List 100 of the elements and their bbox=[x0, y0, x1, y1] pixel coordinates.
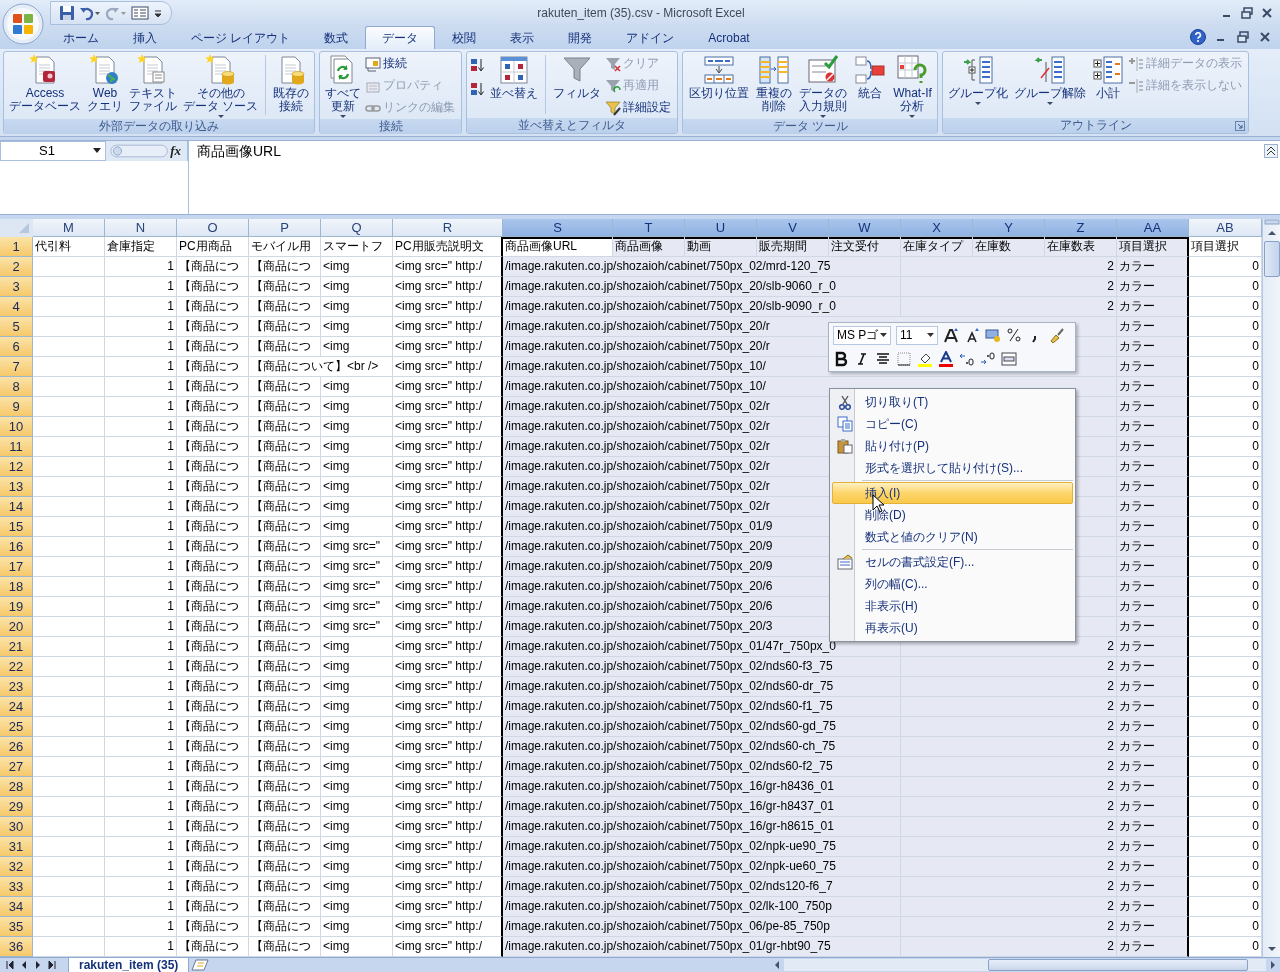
row-header[interactable]: 31 bbox=[0, 837, 33, 857]
column-header[interactable]: T bbox=[613, 219, 685, 237]
row-header[interactable]: 2 bbox=[0, 257, 33, 277]
row-header[interactable]: 3 bbox=[0, 277, 33, 297]
ribbon-tab[interactable]: アドイン bbox=[609, 25, 692, 49]
column-header[interactable]: AA bbox=[1117, 219, 1189, 237]
sort-descending-icon[interactable] bbox=[470, 80, 487, 97]
ribbon-tab[interactable]: データ bbox=[365, 25, 436, 49]
ribbon-tab[interactable]: 表示 bbox=[493, 25, 552, 49]
row-header[interactable]: 8 bbox=[0, 377, 33, 397]
ribbon-button[interactable]: What-If 分析 bbox=[891, 52, 934, 119]
row-header[interactable]: 20 bbox=[0, 617, 33, 637]
font-field[interactable]: MS Pゴ bbox=[833, 325, 891, 345]
align-center-icon[interactable] bbox=[875, 351, 891, 367]
row-header[interactable]: 4 bbox=[0, 297, 33, 317]
column-header[interactable]: X bbox=[901, 219, 973, 237]
ribbon-button[interactable]: 並べ替え bbox=[488, 52, 541, 101]
first-sheet-icon[interactable] bbox=[4, 959, 16, 971]
ribbon-button[interactable]: Web クエリ bbox=[85, 52, 125, 114]
restore-icon[interactable] bbox=[1236, 30, 1250, 45]
column-header[interactable]: R bbox=[393, 219, 503, 237]
ribbon-button[interactable]: Access データベース bbox=[7, 52, 83, 114]
borders-icon[interactable] bbox=[896, 351, 912, 367]
row-header[interactable]: 15 bbox=[0, 517, 33, 537]
ribbon-button[interactable]: その他の データ ソース bbox=[181, 52, 261, 119]
row-header[interactable]: 26 bbox=[0, 737, 33, 757]
row-header[interactable]: 32 bbox=[0, 857, 33, 877]
fill-color-icon[interactable] bbox=[917, 351, 933, 367]
menu-item[interactable]: 形式を選択して貼り付け(S)... bbox=[832, 457, 1073, 479]
ribbon-tab[interactable]: 数式 bbox=[307, 25, 366, 49]
increase-decimal-icon[interactable] bbox=[959, 351, 975, 367]
row-header[interactable]: 23 bbox=[0, 677, 33, 697]
row-header[interactable]: 28 bbox=[0, 777, 33, 797]
row-header[interactable]: 24 bbox=[0, 697, 33, 717]
row-header[interactable]: 34 bbox=[0, 897, 33, 917]
ribbon-button[interactable]: 区切り位置 bbox=[686, 52, 751, 101]
scrollbar-thumb[interactable] bbox=[988, 959, 1248, 971]
ribbon-button[interactable]: フィルタ bbox=[551, 52, 604, 101]
help-icon[interactable] bbox=[1190, 29, 1206, 46]
row-header[interactable]: 14 bbox=[0, 497, 33, 517]
row-header[interactable]: 21 bbox=[0, 637, 33, 657]
ribbon-button[interactable]: グループ化 bbox=[946, 52, 1011, 106]
row-header[interactable]: 11 bbox=[0, 437, 33, 457]
row-header[interactable]: 22 bbox=[0, 657, 33, 677]
column-header[interactable]: Q bbox=[321, 219, 393, 237]
ribbon-tab[interactable]: Acrobat bbox=[691, 25, 767, 49]
collapse-icon[interactable] bbox=[1264, 143, 1278, 158]
currency-icon[interactable] bbox=[985, 327, 1001, 343]
row-header[interactable]: 19 bbox=[0, 597, 33, 617]
column-header[interactable]: W bbox=[829, 219, 901, 237]
name-box[interactable]: S1 bbox=[0, 140, 106, 161]
grow-font-icon[interactable] bbox=[943, 327, 959, 343]
save-icon[interactable] bbox=[59, 4, 75, 21]
dialog-launcher-icon[interactable] bbox=[1235, 120, 1246, 131]
ribbon-button[interactable]: 詳細設定 bbox=[605, 98, 675, 117]
sort-ascending-icon[interactable] bbox=[470, 56, 487, 73]
row-header[interactable]: 17 bbox=[0, 557, 33, 577]
ribbon-button[interactable]: 統合 bbox=[852, 52, 889, 101]
ribbon-button[interactable]: グループ解除 bbox=[1012, 52, 1089, 106]
row-header[interactable]: 5 bbox=[0, 317, 33, 337]
font-size-field[interactable]: 11 bbox=[896, 325, 938, 345]
column-header[interactable]: P bbox=[249, 219, 321, 237]
column-header[interactable]: U bbox=[685, 219, 757, 237]
row-header[interactable]: 29 bbox=[0, 797, 33, 817]
ribbon-button[interactable]: すべて 更新 bbox=[323, 52, 364, 119]
shrink-font-icon[interactable] bbox=[964, 327, 980, 343]
column-header[interactable]: Z bbox=[1045, 219, 1117, 237]
row-header[interactable]: 18 bbox=[0, 577, 33, 597]
font-color-icon[interactable] bbox=[938, 351, 954, 367]
menu-item[interactable]: 貼り付け(P) bbox=[832, 435, 1073, 457]
column-header[interactable]: M bbox=[33, 219, 105, 237]
row-header[interactable]: 36 bbox=[0, 937, 33, 957]
row-header[interactable]: 35 bbox=[0, 917, 33, 937]
ribbon-button[interactable]: 既存の 接続 bbox=[271, 52, 312, 114]
row-header[interactable]: 16 bbox=[0, 537, 33, 557]
ribbon-button[interactable]: 接続 bbox=[365, 54, 459, 73]
row-header[interactable]: 9 bbox=[0, 397, 33, 417]
insert-sheet-icon[interactable] bbox=[191, 959, 210, 971]
merge-center-icon[interactable] bbox=[1001, 351, 1017, 367]
splitter-handle-icon[interactable] bbox=[110, 142, 169, 159]
column-header[interactable]: V bbox=[757, 219, 829, 237]
ribbon-tab[interactable]: 校閲 bbox=[435, 25, 494, 49]
close-icon[interactable] bbox=[1260, 5, 1274, 20]
percent-icon[interactable] bbox=[1006, 327, 1022, 343]
menu-item[interactable]: 再表示(U) bbox=[832, 617, 1073, 639]
column-header[interactable]: O bbox=[177, 219, 249, 237]
menu-item[interactable]: 挿入(I) bbox=[832, 482, 1073, 504]
ribbon-button[interactable]: 重複の 削除 bbox=[753, 52, 794, 114]
row-header[interactable]: 10 bbox=[0, 417, 33, 437]
row-header[interactable]: 30 bbox=[0, 817, 33, 837]
decrease-decimal-icon[interactable] bbox=[980, 351, 996, 367]
column-header[interactable]: N bbox=[105, 219, 177, 237]
row-header[interactable]: 13 bbox=[0, 477, 33, 497]
menu-item[interactable]: 非表示(H) bbox=[832, 595, 1073, 617]
ribbon-button[interactable]: 小計 bbox=[1090, 52, 1127, 101]
row-header[interactable]: 7 bbox=[0, 357, 33, 377]
scrollbar-thumb[interactable] bbox=[1264, 241, 1280, 277]
ribbon-tab[interactable]: ホーム bbox=[46, 25, 116, 49]
row-header[interactable]: 12 bbox=[0, 457, 33, 477]
ribbon-button[interactable]: データの 入力規則 bbox=[797, 52, 849, 119]
